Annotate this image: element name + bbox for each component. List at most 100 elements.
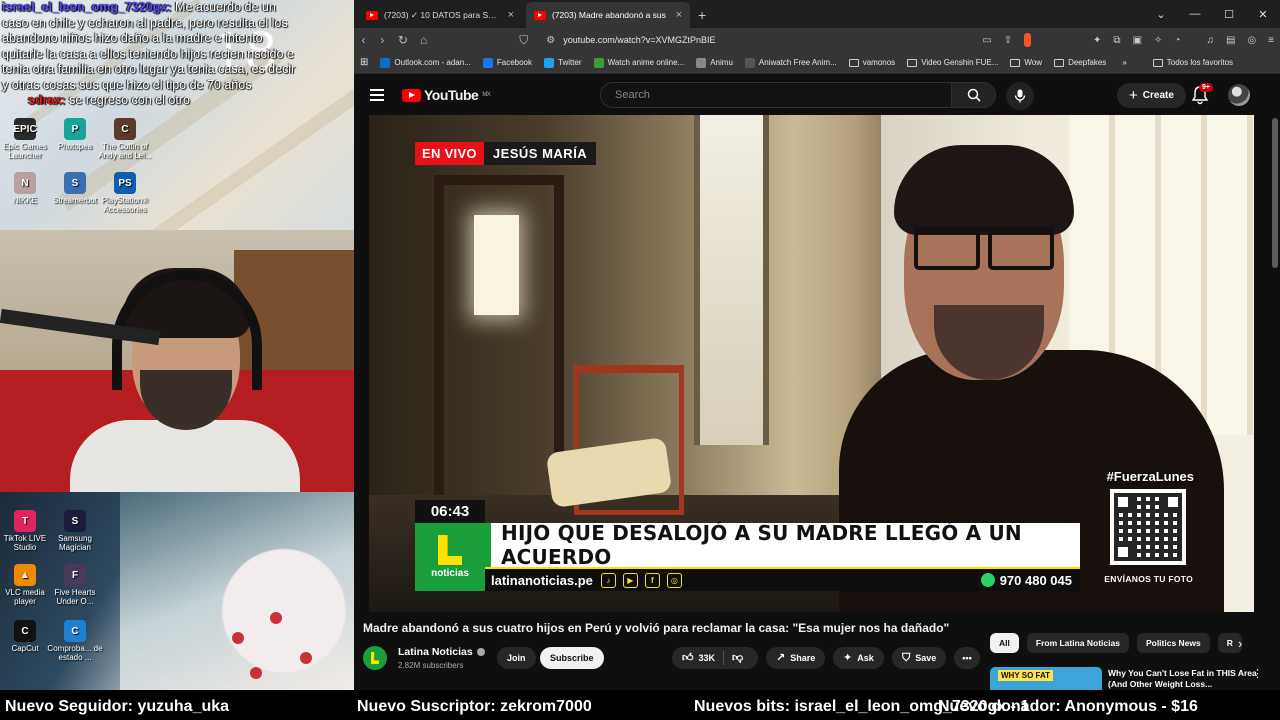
browser-tab-1[interactable]: (7203) Madre abandonó a sus × <box>526 2 690 28</box>
share-page-icon[interactable]: ⇪ <box>1004 35 1012 46</box>
subscribe-button[interactable]: Subscribe <box>540 647 604 669</box>
recommended-thumbnail[interactable]: WHY SO FAT <box>990 667 1102 690</box>
like-button[interactable]: 👍︎ 33K <box>672 651 725 665</box>
chat-username-2: sdrax: <box>28 93 66 107</box>
app-icon: EPIC <box>13 118 37 140</box>
favicon-icon <box>380 57 391 68</box>
search-input[interactable]: Search <box>600 82 952 108</box>
youtube-icon: ▶ <box>622 572 638 588</box>
tiktok-icon: ♪ <box>600 572 616 588</box>
latina-l-icon <box>371 652 379 664</box>
recommended-video[interactable]: WHY SO FAT Why You Can't Lose Fat in THI… <box>990 667 1280 690</box>
more-bookmarks-button[interactable]: » <box>1122 58 1126 67</box>
puzzle-icon[interactable]: ⧉ <box>1113 35 1120 46</box>
leo-icon[interactable]: ✧ <box>1154 35 1162 46</box>
more-actions-button[interactable]: ••• <box>954 647 980 669</box>
chip-2[interactable]: Politics News <box>1136 633 1210 653</box>
latina-l-icon <box>438 535 462 565</box>
hamburger-menu-icon[interactable] <box>370 89 384 101</box>
bookmark-icon[interactable]: ⛉ <box>519 33 528 48</box>
favicon-icon <box>544 57 555 68</box>
bookmarks-bar: ⊞ Outlook.com - adan... Facebook Twitter Wa… <box>354 52 1280 74</box>
ask-button[interactable]: ✦ Ask <box>833 647 884 669</box>
dislike-button[interactable]: 👎︎ <box>724 652 743 664</box>
reload-icon[interactable]: ↻ <box>398 33 408 47</box>
window-controls: ⌄ — ☐ ✕ <box>1144 0 1280 28</box>
desktop-shortcut-2[interactable]: C The Coffin of Andy and Lei... <box>96 118 154 160</box>
sidebar-icon[interactable]: ▣ <box>1133 35 1142 46</box>
whatsapp-icon <box>980 573 995 587</box>
wallet-icon[interactable]: ▤ <box>1226 35 1235 46</box>
bookmark-7[interactable]: Video Genshin FUE... <box>907 58 998 67</box>
account-avatar[interactable] <box>1228 84 1250 106</box>
bookmark-4[interactable]: Animu <box>696 57 733 68</box>
bookmark-0[interactable]: Outlook.com - adan... <box>380 57 471 68</box>
close-tab-icon[interactable]: × <box>508 9 514 21</box>
app-icon: T <box>14 510 36 532</box>
share-button[interactable]: ↗ Share <box>766 647 826 669</box>
microphone-icon <box>1014 89 1026 103</box>
share-icon: ↗ <box>776 651 786 664</box>
bookmark-1[interactable]: Facebook <box>482 57 532 68</box>
favicon-icon <box>593 57 604 68</box>
brave-shield-icon[interactable] <box>1024 33 1032 47</box>
bookmark-8[interactable]: Wow <box>1010 58 1042 67</box>
screen: 18 EPIC Epic Games Launcher P Photopea C The … <box>0 0 1280 720</box>
vpn-icon[interactable]: ◎ <box>1247 35 1256 46</box>
channel-name[interactable]: Latina Noticias <box>398 646 485 658</box>
apps-icon[interactable]: ⊞ <box>360 57 368 68</box>
app-icon: S <box>64 172 86 194</box>
close-tab-icon[interactable]: × <box>676 9 682 21</box>
url-field[interactable]: ⚙ youtube.com/watch?v=XVMGZtPnBIE <box>540 30 1000 50</box>
cast-icon[interactable]: ▭ <box>982 35 991 46</box>
video-player[interactable]: EN VIVO JESÚS MARÍA #FuerzaLunes ENVÍANO… <box>369 115 1254 612</box>
create-button[interactable]: + Create <box>1117 83 1186 108</box>
thumbs-up-icon: 👍︎ <box>682 651 694 664</box>
search-button[interactable] <box>952 82 996 108</box>
close-window-button[interactable]: ✕ <box>1246 0 1280 28</box>
news-headline: HIJO QUE DESALOJÓ A SU MADRE LLEGÓ A UN … <box>485 521 1080 569</box>
desktop-shortcut-1[interactable]: S Samsung Magician <box>46 510 104 552</box>
webcam-feed <box>0 230 354 492</box>
url-text: youtube.com/watch?v=XVMGZtPnBIE <box>563 35 716 45</box>
tab-search-icon[interactable]: ⌄ <box>1144 0 1178 28</box>
forward-icon[interactable]: › <box>379 33 386 47</box>
youtube-header: YouTube MX Search + Create 9+ <box>354 75 1280 115</box>
chat-message-2: se regreso con el otro <box>69 93 190 107</box>
extensions-icon[interactable]: ✦ <box>1093 35 1101 46</box>
live-banner: EN VIVO JESÚS MARÍA <box>415 142 597 165</box>
bookmark-5[interactable]: Aniwatch Free Anim... <box>744 57 837 68</box>
bookmark-9[interactable]: Deepfakes <box>1054 58 1106 67</box>
desktop-shortcut-5[interactable]: PS PlayStation® Accessories <box>96 172 154 214</box>
bookmark-6[interactable]: vamonos <box>848 58 895 67</box>
new-tab-button[interactable]: + <box>698 2 706 28</box>
bookmark-2[interactable]: Twitter <box>544 57 582 68</box>
recommended-title[interactable]: Why You Can't Lose Fat in THIS Area (And… <box>1108 668 1258 690</box>
youtube-logo[interactable]: YouTube MX <box>402 87 491 103</box>
browser-tab-0[interactable]: (7203) ✓ 10 DATOS para SOBREVIVIR× <box>358 2 522 28</box>
profile-icon[interactable]: ◔ <box>1174 35 1180 46</box>
home-icon[interactable]: ⌂ <box>420 33 427 47</box>
folder-icon <box>907 58 918 67</box>
notification-badge: 9+ <box>1199 83 1213 92</box>
desktop-shortcut-5[interactable]: C Comproba... de estado ... <box>46 620 104 662</box>
join-button[interactable]: Join <box>497 647 536 669</box>
minimize-button[interactable]: — <box>1178 0 1212 28</box>
more-vert-icon[interactable]: ⋮ <box>1252 667 1263 680</box>
chevron-right-icon[interactable]: › <box>1238 636 1242 651</box>
music-icon[interactable]: ♫ <box>1206 35 1214 46</box>
desktop-shortcut-3[interactable]: F Five Hearts Under O... <box>46 564 104 606</box>
save-button[interactable]: ⛉ Save <box>892 647 947 669</box>
voice-search-button[interactable] <box>1006 82 1034 110</box>
bookmark-3[interactable]: Watch anime online... <box>593 57 684 68</box>
site-info-icon[interactable]: ⚙ <box>546 35 555 46</box>
channel-avatar[interactable] <box>363 646 387 670</box>
maximize-button[interactable]: ☐ <box>1212 0 1246 28</box>
youtube-play-icon <box>402 88 421 102</box>
chip-0[interactable]: All <box>990 633 1019 653</box>
back-icon[interactable]: ‹ <box>360 33 367 47</box>
all-bookmarks-folder[interactable]: Todos los favoritos <box>1152 58 1233 67</box>
menu-icon[interactable]: ≡ <box>1268 35 1274 46</box>
page-scrollbar[interactable] <box>1272 118 1278 268</box>
chip-1[interactable]: From Latina Noticias <box>1026 633 1129 653</box>
